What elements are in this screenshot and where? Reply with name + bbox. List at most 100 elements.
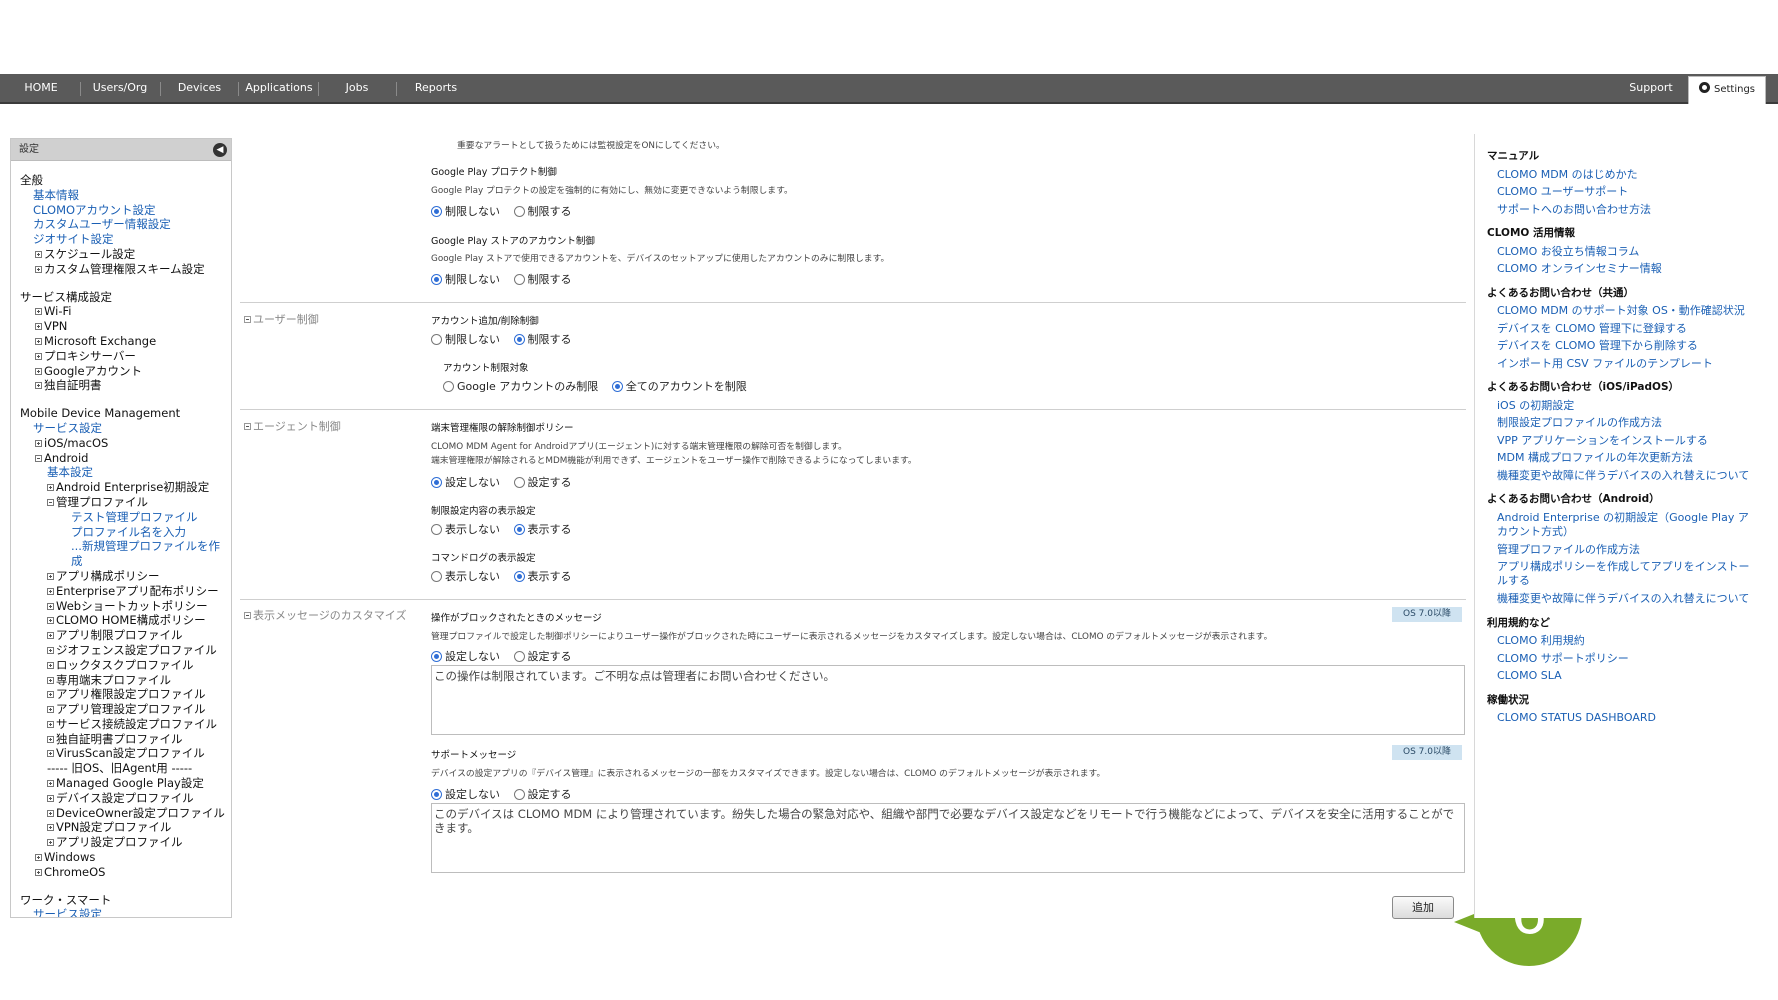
sidebar-link[interactable]: テスト管理プロファイル	[20, 510, 231, 525]
help-link[interactable]: Android Enterprise の初期設定（Google Play アカウ…	[1487, 509, 1757, 541]
help-link[interactable]: サポートへのお問い合わせ方法	[1487, 201, 1768, 219]
sidebar-item[interactable]: Managed Google Play設定	[20, 776, 231, 791]
command-log-option-hide[interactable]: 表示しない	[431, 568, 500, 584]
sidebar-item[interactable]: VPN設定プロファイル	[20, 820, 231, 835]
sidebar-item[interactable]: アプリ管理設定プロファイル	[20, 702, 231, 717]
help-link[interactable]: デバイスを CLOMO 管理下から削除する	[1487, 337, 1768, 355]
tab-reports[interactable]: Reports	[398, 74, 474, 102]
support-msg-textarea[interactable]: このデバイスは CLOMO MDM により管理されています。紛失した場合の緊急対…	[431, 803, 1465, 873]
sidebar-item[interactable]: サービス接続設定プロファイル	[20, 717, 231, 732]
tab-jobs[interactable]: Jobs	[320, 74, 394, 102]
account-ctrl-option-on[interactable]: 制限する	[513, 331, 572, 347]
sidebar-item[interactable]: アプリ構成ポリシー	[20, 569, 231, 584]
sidebar-item[interactable]: Wi-Fi	[20, 304, 231, 319]
sidebar-item-ios[interactable]: iOS/macOS	[20, 436, 231, 451]
add-button[interactable]: 追加	[1392, 896, 1454, 919]
sidebar-item[interactable]: Webショートカットポリシー	[20, 599, 231, 614]
sidebar-item[interactable]: Googleアカウント	[20, 364, 231, 379]
sidebar-item[interactable]: 専用端末プロファイル	[20, 673, 231, 688]
sidebar-item[interactable]: 管理プロファイル	[20, 495, 231, 510]
sidebar-link[interactable]: サービス設定	[20, 907, 231, 917]
sidebar-link[interactable]: 基本情報	[20, 188, 231, 203]
help-link[interactable]: 制限設定プロファイルの作成方法	[1487, 414, 1768, 432]
section-message-customize[interactable]: 表示メッセージのカスタマイズ	[244, 607, 406, 623]
sidebar-item[interactable]: アプリ設定プロファイル	[20, 835, 231, 850]
blocked-msg-textarea[interactable]: この操作は制限されています。ご不明な点は管理者にお問い合わせください。	[431, 665, 1465, 735]
command-log-option-show[interactable]: 表示する	[513, 568, 572, 584]
help-link[interactable]: 機種変更や故障に伴うデバイスの入れ替えについて	[1487, 467, 1768, 485]
sidebar-item[interactable]: ロックタスクプロファイル	[20, 658, 231, 673]
sidebar-link[interactable]: カスタムユーザー情報設定	[20, 217, 231, 232]
help-link[interactable]: インポート用 CSV ファイルのテンプレート	[1487, 355, 1768, 373]
sidebar-item[interactable]: デバイス設定プロファイル	[20, 791, 231, 806]
help-link[interactable]: CLOMO ユーザーサポート	[1487, 183, 1768, 201]
help-link[interactable]: CLOMO サポートポリシー	[1487, 650, 1768, 668]
sidebar-item[interactable]: CLOMO HOME構成ポリシー	[20, 613, 231, 628]
sidebar-item-label: VPN設定プロファイル	[56, 820, 172, 835]
gp-store-option-off[interactable]: 制限しない	[431, 271, 500, 287]
support-msg-option-off[interactable]: 設定しない	[431, 786, 500, 802]
gp-protect-option-off[interactable]: 制限しない	[431, 203, 500, 219]
sidebar-item[interactable]: プロキシサーバー	[20, 349, 231, 364]
tab-users-org[interactable]: Users/Org	[82, 74, 158, 102]
gp-store-option-on[interactable]: 制限する	[513, 271, 572, 287]
tab-support[interactable]: Support	[1620, 74, 1682, 102]
help-link[interactable]: アプリ構成ポリシーを作成してアプリをインストールする	[1487, 558, 1757, 590]
sidebar-item-label: CLOMO HOME構成ポリシー	[56, 613, 206, 628]
restrict-display-option-hide[interactable]: 表示しない	[431, 521, 500, 537]
sidebar-item[interactable]: 独自証明書プロファイル	[20, 732, 231, 747]
sidebar-item[interactable]: Microsoft Exchange	[20, 334, 231, 349]
sidebar-item-chromeos[interactable]: ChromeOS	[20, 865, 231, 880]
help-link[interactable]: 機種変更や故障に伴うデバイスの入れ替えについて	[1487, 590, 1768, 608]
sidebar-link[interactable]: ...新規管理プロファイルを作成	[20, 539, 231, 569]
help-link[interactable]: CLOMO MDM のはじめかた	[1487, 166, 1768, 184]
support-msg-option-on[interactable]: 設定する	[513, 786, 572, 802]
sidebar-item[interactable]: Enterpriseアプリ配布ポリシー	[20, 584, 231, 599]
help-link[interactable]: デバイスを CLOMO 管理下に登録する	[1487, 320, 1768, 338]
sidebar-link[interactable]: サービス設定	[20, 421, 231, 436]
tab-applications[interactable]: Applications	[240, 74, 318, 102]
blocked-msg-option-on[interactable]: 設定する	[513, 648, 572, 664]
gp-protect-option-on[interactable]: 制限する	[513, 203, 572, 219]
account-target-option-all[interactable]: 全てのアカウントを制限	[611, 378, 747, 394]
help-link[interactable]: MDM 構成プロファイルの年次更新方法	[1487, 449, 1768, 467]
tab-settings[interactable]: Settings	[1688, 76, 1766, 104]
sidebar-link[interactable]: プロファイル名を入力	[20, 525, 231, 540]
sidebar-item-windows[interactable]: Windows	[20, 850, 231, 865]
account-ctrl-option-off[interactable]: 制限しない	[431, 331, 500, 347]
sidebar-item[interactable]: アプリ権限設定プロファイル	[20, 687, 231, 702]
help-link[interactable]: CLOMO SLA	[1487, 667, 1768, 685]
help-link[interactable]: CLOMO STATUS DASHBOARD	[1487, 709, 1768, 727]
sidebar-item[interactable]: カスタム管理権限スキーム設定	[20, 262, 231, 277]
sidebar-item[interactable]: VirusScan設定プロファイル	[20, 746, 231, 761]
section-user-control[interactable]: ユーザー制御	[244, 311, 319, 327]
sidebar-item[interactable]: アプリ制限プロファイル	[20, 628, 231, 643]
sidebar-item[interactable]: DeviceOwner設定プロファイル	[20, 806, 231, 821]
sidebar-link[interactable]: 基本設定	[20, 465, 231, 480]
help-link[interactable]: CLOMO オンラインセミナー情報	[1487, 260, 1768, 278]
tab-home[interactable]: HOME	[8, 74, 74, 102]
blocked-msg-option-off[interactable]: 設定しない	[431, 648, 500, 664]
sidebar-item[interactable]: VPN	[20, 319, 231, 334]
sidebar-link[interactable]: CLOMOアカウント設定	[20, 203, 231, 218]
help-link[interactable]: iOS の初期設定	[1487, 397, 1768, 415]
tab-devices[interactable]: Devices	[162, 74, 237, 102]
help-link[interactable]: CLOMO MDM のサポート対象 OS・動作確認状況	[1487, 302, 1768, 320]
sidebar-link[interactable]: ジオサイト設定	[20, 232, 231, 247]
section-agent-control[interactable]: エージェント制御	[244, 418, 341, 434]
sidebar-item[interactable]: 独自証明書	[20, 378, 231, 393]
help-link[interactable]: VPP アプリケーションをインストールする	[1487, 432, 1768, 450]
restrict-display-option-show[interactable]: 表示する	[513, 521, 572, 537]
sidebar-item[interactable]: ジオフェンス設定プロファイル	[20, 643, 231, 658]
collapse-sidebar-button[interactable]: ◀	[213, 143, 227, 157]
help-link[interactable]: CLOMO お役立ち情報コラム	[1487, 243, 1768, 261]
device-admin-option-on[interactable]: 設定する	[513, 474, 572, 490]
expand-icon	[47, 484, 54, 492]
sidebar-item[interactable]: スケジュール設定	[20, 247, 231, 262]
help-link[interactable]: 管理プロファイルの作成方法	[1487, 541, 1768, 559]
sidebar-item-android[interactable]: Android	[20, 451, 231, 466]
help-link[interactable]: CLOMO 利用規約	[1487, 632, 1768, 650]
sidebar-item[interactable]: Android Enterprise初期設定	[20, 480, 231, 495]
device-admin-option-off[interactable]: 設定しない	[431, 474, 500, 490]
account-target-option-google[interactable]: Google アカウントのみ制限	[443, 378, 598, 394]
